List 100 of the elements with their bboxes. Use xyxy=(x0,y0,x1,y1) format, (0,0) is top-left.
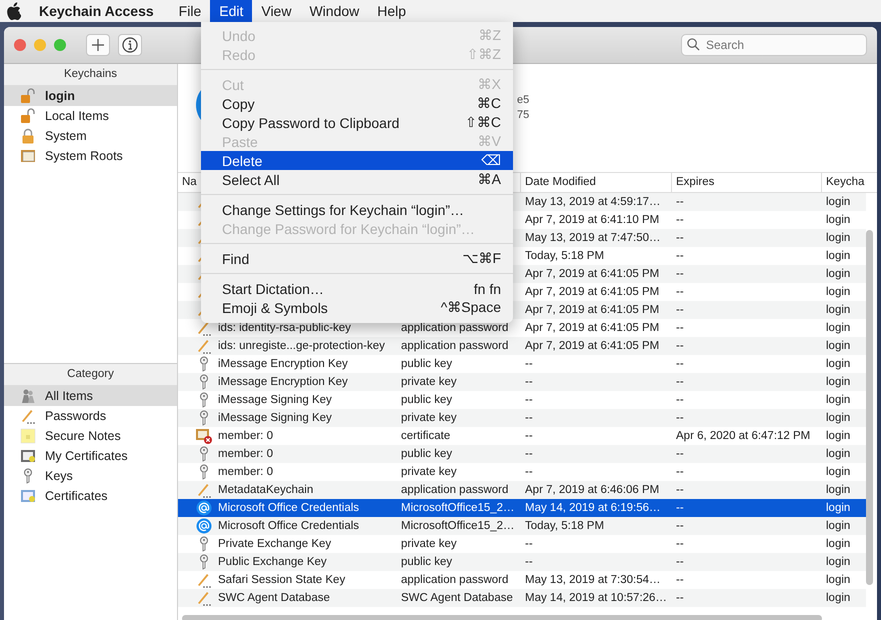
table-cell: login xyxy=(826,268,850,280)
minimize-icon[interactable] xyxy=(34,39,46,51)
table-row[interactable]: SWC Agent Database SWC Agent Database May 14, 2019 at 10:57:26… -- login xyxy=(178,589,866,607)
table-cell: Apr 7, 2019 at 6:41:05 PM xyxy=(525,304,660,316)
info-icon xyxy=(122,37,138,53)
table-row[interactable]: member: 0 certificate -- Apr 6, 2020 at 6:47:12 PM login xyxy=(178,427,866,445)
column-header[interactable]: Keycha xyxy=(822,173,866,192)
table-cell: login xyxy=(826,448,850,460)
apple-logo-icon[interactable] xyxy=(6,2,21,20)
info-button[interactable] xyxy=(118,34,142,56)
table-row[interactable]: MetadataKeychain application password Apr 7, 2019 at 6:46:06 PM -- login xyxy=(178,481,866,499)
zoom-icon[interactable] xyxy=(54,39,66,51)
table-cell: May 13, 2019 at 7:30:54… xyxy=(525,574,661,586)
certificate-icon xyxy=(20,448,36,464)
menu-bar-item[interactable]: Help xyxy=(368,0,416,22)
table-cell: -- xyxy=(676,358,684,370)
lock-icon xyxy=(20,128,36,144)
table-cell: -- xyxy=(676,538,684,550)
pencil-icon xyxy=(20,408,36,424)
menu-item[interactable]: Change Settings for Keychain “login”… xyxy=(201,200,513,219)
table-cell: -- xyxy=(676,214,684,226)
certificate-icon xyxy=(196,428,212,444)
table-cell: public key xyxy=(401,394,452,406)
close-icon[interactable] xyxy=(14,39,26,51)
table-cell: Today, 5:18 PM xyxy=(525,250,604,262)
table-row[interactable]: Private Exchange Key private key -- -- login xyxy=(178,535,866,553)
menu-item[interactable]: Copy ⌘C xyxy=(201,94,513,113)
table-cell: login xyxy=(826,214,850,226)
table-cell: -- xyxy=(676,592,684,604)
open-lock-icon xyxy=(20,88,36,104)
table-row[interactable]: iMessage Encryption Key public key -- -- login xyxy=(178,355,866,373)
table-cell: login xyxy=(826,574,850,586)
table-cell: -- xyxy=(676,520,684,532)
menu-bar-item[interactable]: View xyxy=(252,0,300,22)
column-header[interactable]: Date Modified xyxy=(521,173,672,192)
section-header: Keychains xyxy=(4,64,177,86)
table-row[interactable]: iMessage Encryption Key private key -- -- login xyxy=(178,373,866,391)
scrollbar[interactable] xyxy=(182,615,822,620)
table-cell: certificate xyxy=(401,430,450,442)
pencil-icon xyxy=(196,572,212,588)
open-lock-icon xyxy=(20,108,36,124)
category-item[interactable]: Secure Notes xyxy=(4,426,177,446)
preview-text: e5 xyxy=(517,94,530,106)
category-item[interactable]: All Items xyxy=(4,386,177,406)
table-cell: -- xyxy=(525,412,533,424)
menu-bar-item[interactable]: File xyxy=(170,0,210,22)
keychain-item[interactable]: System xyxy=(4,126,177,146)
preview-text: 75 xyxy=(517,109,530,121)
table-row[interactable]: iMessage Signing Key public key -- -- login xyxy=(178,391,866,409)
app-name[interactable]: Keychain Access xyxy=(39,3,154,19)
keychain-item[interactable]: login xyxy=(4,86,177,106)
menu-item[interactable]: Find ⌥⌘F xyxy=(201,249,513,268)
table-row[interactable]: Public Exchange Key public key -- -- login xyxy=(178,553,866,571)
menu-item[interactable]: Start Dictation… fn fn xyxy=(201,279,513,298)
table-cell: -- xyxy=(676,376,684,388)
table-cell: -- xyxy=(676,448,684,460)
search-field[interactable]: Search xyxy=(681,34,867,56)
table-row[interactable]: member: 0 private key -- -- login xyxy=(178,463,866,481)
at-sign-icon xyxy=(196,500,212,516)
menu-item[interactable]: Copy Password to Clipboard ⇧⌘C xyxy=(201,113,513,132)
table-cell: -- xyxy=(676,304,684,316)
menu-bar-item[interactable]: Edit xyxy=(210,0,252,22)
category-item[interactable]: Keys xyxy=(4,466,177,486)
table-cell: login xyxy=(826,286,850,298)
table-cell: May 14, 2019 at 10:57:26… xyxy=(525,592,667,604)
table-row[interactable]: ids: unregiste...ge-protection-key application password Apr 7, 2019 at 6:41:05 PM -- login xyxy=(178,337,866,355)
menu-item[interactable]: Emoji & Symbols ^⌘Space xyxy=(201,298,513,317)
category-item[interactable]: Passwords xyxy=(4,406,177,426)
menu-item[interactable]: Delete ⌫ xyxy=(201,151,513,170)
add-button[interactable] xyxy=(86,34,110,56)
table-cell: member: 0 xyxy=(218,430,273,442)
category-item[interactable]: My Certificates xyxy=(4,446,177,466)
scrollbar[interactable] xyxy=(866,230,873,585)
table-cell: login xyxy=(826,520,850,532)
category-item[interactable]: Certificates xyxy=(4,486,177,506)
table-cell: Public Exchange Key xyxy=(218,556,327,568)
table-row[interactable]: Microsoft Office Credentials MicrosoftOffice15_2… May 14, 2019 at 6:19:56… -- login xyxy=(178,499,866,517)
table-cell: -- xyxy=(676,394,684,406)
table-cell: login xyxy=(826,376,850,388)
table-cell: Apr 7, 2019 at 6:41:05 PM xyxy=(525,286,660,298)
table-cell: login xyxy=(826,232,850,244)
table-row[interactable]: Microsoft Office Credentials MicrosoftOffice15_2… Today, 5:18 PM -- login xyxy=(178,517,866,535)
table-cell: iMessage Encryption Key xyxy=(218,358,348,370)
keychain-item[interactable]: System Roots xyxy=(4,146,177,166)
table-cell: Microsoft Office Credentials xyxy=(218,520,360,532)
table-cell: -- xyxy=(676,556,684,568)
table-cell: -- xyxy=(525,556,533,568)
table-row[interactable]: iMessage Signing Key private key -- -- login xyxy=(178,409,866,427)
table-row[interactable]: member: 0 public key -- -- login xyxy=(178,445,866,463)
table-cell: login xyxy=(826,466,850,478)
column-header[interactable]: Expires xyxy=(672,173,822,192)
plus-icon xyxy=(92,39,104,51)
table-row[interactable]: Safari Session State Key application password May 13, 2019 at 7:30:54… -- login xyxy=(178,571,866,589)
table-cell: May 14, 2019 at 6:19:56… xyxy=(525,502,661,514)
table-cell: -- xyxy=(676,196,684,208)
menu-bar-item[interactable]: Window xyxy=(300,0,368,22)
keychain-item[interactable]: Local Items xyxy=(4,106,177,126)
table-cell: ids: identity-rsa-public-key xyxy=(218,322,351,334)
menu-item[interactable]: Select All ⌘A xyxy=(201,170,513,189)
table-cell: login xyxy=(826,250,850,262)
